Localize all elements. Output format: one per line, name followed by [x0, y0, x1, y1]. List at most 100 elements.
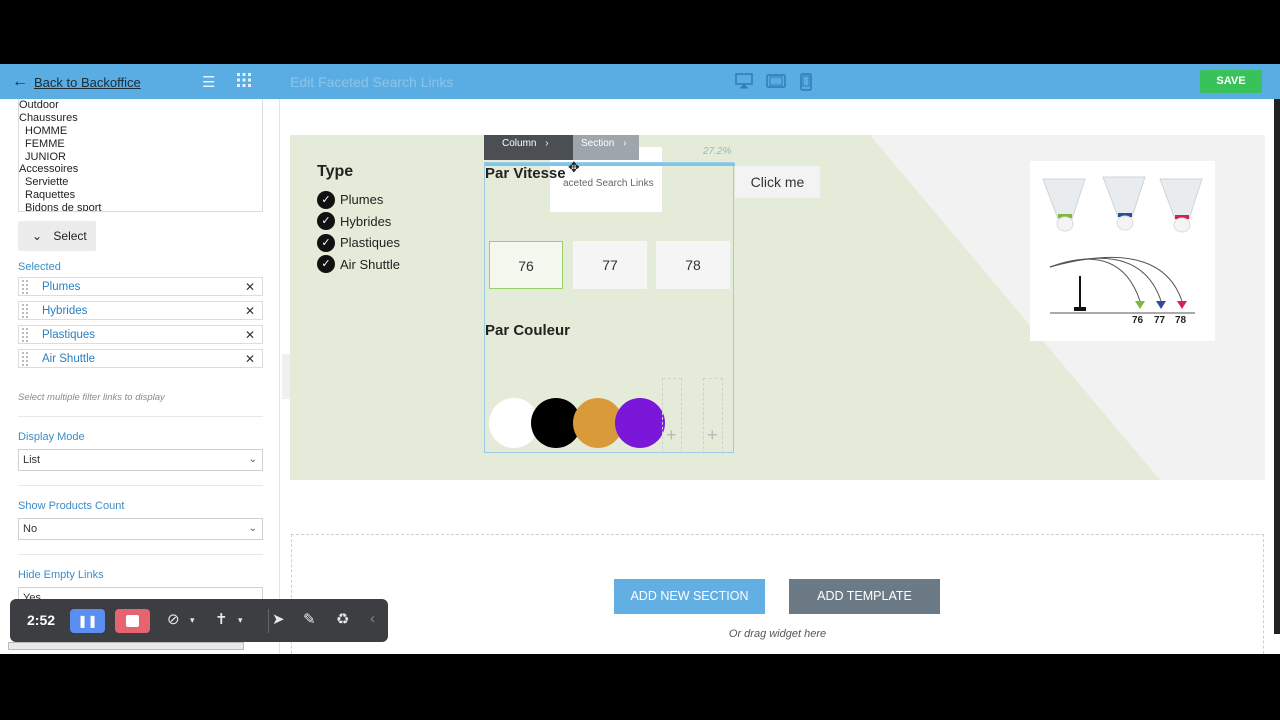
scrollbar[interactable] [1274, 99, 1280, 634]
drag-handle-icon[interactable] [22, 280, 28, 294]
chevron-down-icon: ⌄ [248, 454, 257, 465]
grid-icon[interactable] [237, 73, 251, 91]
settings-panel: Outdoor Chaussures HOMME FEMME JUNIOR Ac… [0, 99, 280, 654]
list-item[interactable]: Bidons de sport [19, 202, 262, 211]
tab-column[interactable]: Column › [484, 135, 573, 160]
shuttlecock-blue [1102, 176, 1146, 231]
remove-icon[interactable]: ✕ [245, 350, 255, 368]
back-to-backoffice-link[interactable]: ← Back to Backoffice [12, 73, 141, 91]
remove-icon[interactable]: ✕ [245, 302, 255, 320]
remove-icon[interactable]: ✕ [245, 278, 255, 296]
divider [18, 554, 263, 555]
divider [18, 416, 263, 417]
selected-item[interactable]: Hybrides ✕ [18, 301, 263, 320]
selected-label: Selected [18, 261, 61, 273]
editor-app: ← Back to Backoffice ☰ Edit Faceted Sear… [0, 64, 1280, 654]
top-bar: ← Back to Backoffice ☰ Edit Faceted Sear… [0, 64, 1280, 99]
chevron-right-icon: › [623, 138, 627, 149]
select-button-label: Select [53, 229, 87, 243]
color-swatch-purple[interactable] [615, 398, 665, 448]
list-item[interactable]: Outdoor [19, 99, 262, 112]
display-mode-value: List [23, 454, 41, 466]
add-widget-icon[interactable]: + [666, 425, 677, 446]
underlying-input [8, 642, 244, 650]
pause-button[interactable]: ❚❚ [70, 609, 105, 633]
mobile-view-icon[interactable] [800, 73, 812, 95]
image-label: 78 [1175, 315, 1187, 326]
add-template-button[interactable]: ADD TEMPLATE [789, 579, 940, 614]
stop-button[interactable] [115, 609, 150, 633]
divider [268, 609, 269, 633]
shuttlecock-green [1042, 178, 1086, 232]
drag-handle-icon[interactable] [22, 328, 28, 342]
add-new-section-button[interactable]: ADD NEW SECTION [614, 579, 765, 614]
checkmark-icon: ✓ [317, 255, 335, 274]
page-section[interactable]: Type ✓ Plumes ✓ Hybrides ✓ Plastiques ✓ Air … [290, 135, 1265, 480]
type-item[interactable]: ✓ Air Shuttle [317, 254, 400, 276]
checkmark-icon: ✓ [317, 233, 335, 252]
type-item[interactable]: ✓ Plumes [317, 189, 400, 211]
selected-item[interactable]: Plastiques ✕ [18, 325, 263, 344]
add-widget-icon[interactable]: + [707, 425, 718, 446]
chevron-right-icon: › [545, 138, 549, 149]
type-heading: Type [317, 163, 354, 180]
list-item[interactable]: JUNIOR [19, 151, 262, 164]
tab-section-label: Section [581, 138, 615, 149]
hide-empty-links-label: Hide Empty Links [18, 569, 104, 581]
remove-icon[interactable]: ✕ [245, 326, 255, 344]
list-item[interactable]: Raquettes [19, 189, 262, 202]
menu-icon[interactable]: ☰ [202, 73, 215, 91]
selected-item[interactable]: Air Shuttle ✕ [18, 349, 263, 368]
show-products-count-select[interactable]: No ⌄ [18, 518, 263, 540]
list-item[interactable]: FEMME [19, 138, 262, 151]
type-item-label: Plastiques [340, 235, 400, 251]
move-cursor-icon: ✥ [568, 159, 580, 175]
collapse-icon[interactable]: ‹ [370, 610, 375, 627]
type-item-label: Air Shuttle [340, 256, 400, 272]
mic-off-icon[interactable]: ✝ [215, 610, 228, 628]
type-item[interactable]: ✓ Plastiques [317, 232, 400, 254]
chevron-down-icon: ⌄ [32, 229, 43, 243]
display-mode-select[interactable]: List ⌄ [18, 449, 263, 471]
shuttlecock-illustration [1042, 176, 1203, 314]
speed-option[interactable]: 76 [489, 241, 563, 289]
pause-icon: ❚❚ [77, 614, 98, 628]
tablet-view-icon[interactable] [766, 73, 786, 93]
stop-icon [126, 615, 139, 627]
pen-icon[interactable]: ✎ [303, 610, 316, 628]
selected-item-label: Hybrides [42, 305, 88, 317]
click-me-button[interactable]: Click me [735, 166, 820, 198]
camera-off-icon[interactable]: ⊘ [167, 610, 180, 628]
type-item-label: Plumes [340, 192, 384, 208]
desktop-view-icon[interactable] [735, 73, 753, 93]
list-item[interactable]: Chaussures [19, 112, 262, 125]
drag-handle-icon[interactable] [22, 352, 28, 366]
selected-column[interactable]: Par Vitesse 76 77 78 Par Couleur + + [484, 162, 735, 454]
selected-item-label: Air Shuttle [42, 353, 96, 365]
tab-section[interactable]: Section › [573, 135, 639, 160]
pointer-icon[interactable]: ➤ [272, 610, 285, 628]
speed-option[interactable]: 78 [656, 241, 730, 289]
type-facet-widget[interactable]: Type ✓ Plumes ✓ Hybrides ✓ Plastiques ✓ Air … [317, 163, 400, 275]
list-item[interactable]: HOMME [19, 125, 262, 138]
eraser-icon[interactable]: ♻ [336, 610, 349, 628]
speed-option[interactable]: 77 [573, 241, 647, 289]
tab-column-label: Column [502, 138, 537, 149]
list-item[interactable]: Serviette [19, 176, 262, 189]
list-item[interactable]: Accessoires [19, 163, 262, 176]
show-products-count-label: Show Products Count [18, 500, 125, 512]
type-item[interactable]: ✓ Hybrides [317, 211, 400, 233]
display-mode-label: Display Mode [18, 431, 85, 443]
category-listbox[interactable]: Outdoor Chaussures HOMME FEMME JUNIOR Ac… [18, 99, 263, 212]
show-products-count-value: No [23, 523, 38, 535]
caret-down-icon[interactable]: ▾ [190, 615, 195, 626]
couleur-heading: Par Couleur [485, 322, 571, 339]
selected-item-label: Plumes [42, 281, 81, 293]
selected-item[interactable]: Plumes ✕ [18, 277, 263, 296]
chevron-down-icon: ⌄ [248, 523, 257, 534]
drag-handle-icon[interactable] [22, 304, 28, 318]
caret-down-icon[interactable]: ▾ [238, 615, 243, 626]
save-button[interactable]: SAVE [1200, 70, 1262, 93]
select-button[interactable]: ⌄ Select [18, 221, 96, 251]
selected-item-label: Plastiques [42, 329, 96, 341]
